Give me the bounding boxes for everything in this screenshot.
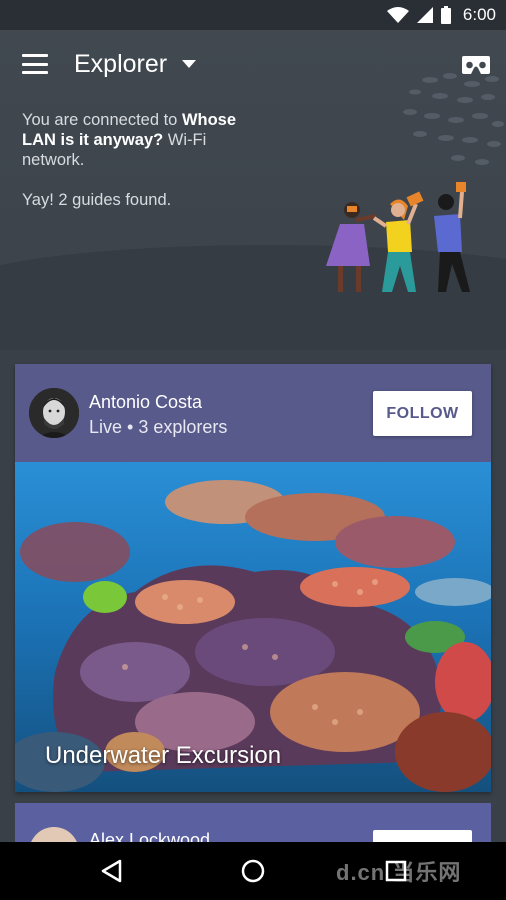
guide-card[interactable]: Antonio Costa Live • 3 explorers FOLLOW bbox=[15, 364, 491, 792]
hamburger-menu-icon[interactable] bbox=[22, 54, 48, 74]
status-bar: 6:00 bbox=[0, 0, 506, 30]
explorers-illustration bbox=[326, 182, 470, 292]
expedition-image[interactable]: Underwater Excursion bbox=[15, 462, 491, 792]
battery-icon bbox=[440, 6, 451, 24]
back-icon[interactable] bbox=[100, 859, 122, 883]
guide-portrait bbox=[29, 388, 79, 438]
guide-name: Antonio Costa bbox=[89, 392, 203, 412]
system-navigation-bar: d.cn 当乐网 bbox=[0, 842, 506, 900]
guides-found-text: Yay! 2 guides found. bbox=[22, 191, 172, 209]
expedition-title: Underwater Excursion bbox=[45, 742, 282, 769]
avatar[interactable] bbox=[29, 388, 79, 438]
guide-live-status: Live • 3 explorers bbox=[89, 417, 228, 437]
wifi-icon bbox=[386, 7, 409, 23]
avatar[interactable] bbox=[29, 827, 79, 843]
explorer-header: Explorer You are connected to Whose LAN … bbox=[0, 30, 506, 350]
connection-message: You are connected to Whose LAN is it any… bbox=[22, 110, 262, 170]
connection-prefix: You are connected to bbox=[22, 111, 182, 129]
watermark: d.cn 当乐网 bbox=[336, 860, 462, 885]
home-icon[interactable] bbox=[241, 859, 265, 883]
dropdown-arrow-icon[interactable] bbox=[182, 60, 196, 68]
follow-button[interactable]: FOLLOW bbox=[373, 391, 472, 436]
app-title[interactable]: Explorer bbox=[74, 50, 167, 79]
fish-school-illustration bbox=[403, 73, 504, 165]
status-time: 6:00 bbox=[462, 5, 496, 24]
signal-icon bbox=[416, 7, 433, 23]
guide-card[interactable]: Alex Lockwood bbox=[15, 803, 491, 843]
guide-card-header: Antonio Costa Live • 3 explorers FOLLOW bbox=[15, 364, 491, 462]
